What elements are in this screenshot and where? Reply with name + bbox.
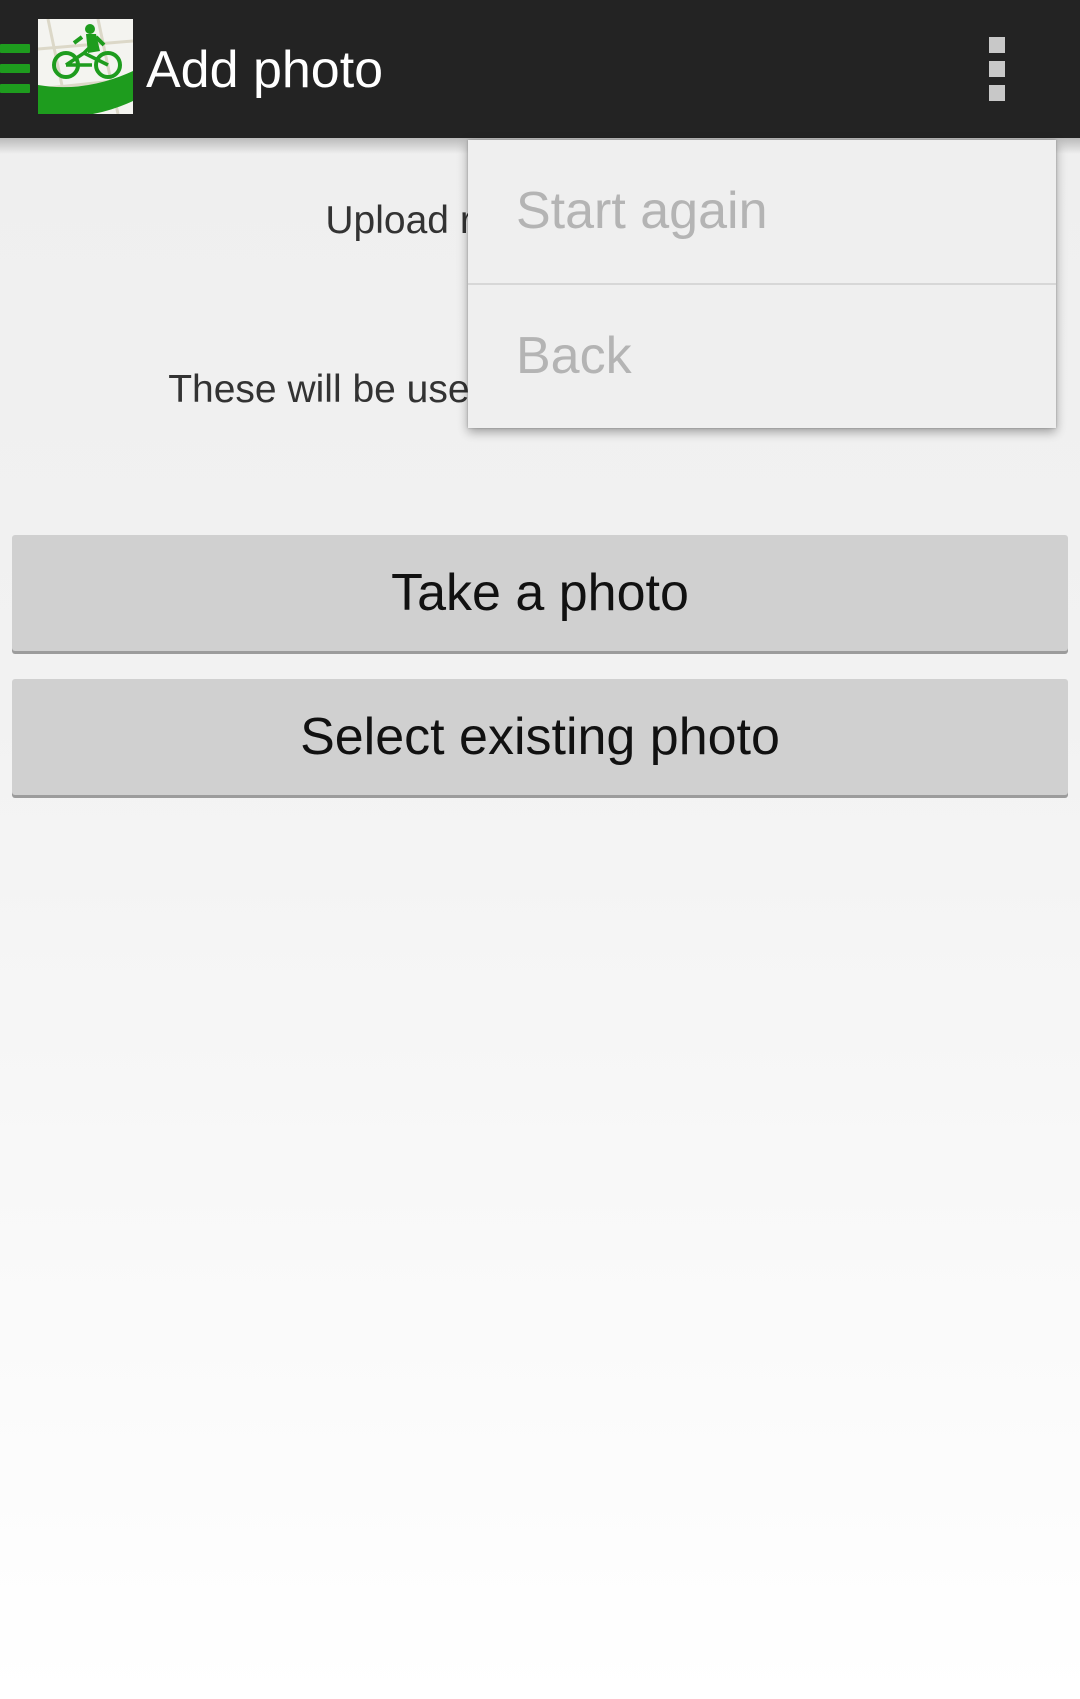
page-title: Add photo [146,41,384,99]
overflow-popup-menu: Start again Back [468,140,1056,428]
menu-item-start-again[interactable]: Start again [468,140,1056,282]
take-photo-button[interactable]: Take a photo [12,535,1068,651]
app-logo[interactable] [37,18,134,117]
select-existing-photo-button[interactable]: Select existing photo [12,679,1068,795]
overflow-menu-icon[interactable] [960,20,1034,118]
hamburger-menu-icon[interactable] [0,44,32,94]
menu-item-back[interactable]: Back [468,285,1056,427]
action-bar: Add photo [0,0,1080,138]
